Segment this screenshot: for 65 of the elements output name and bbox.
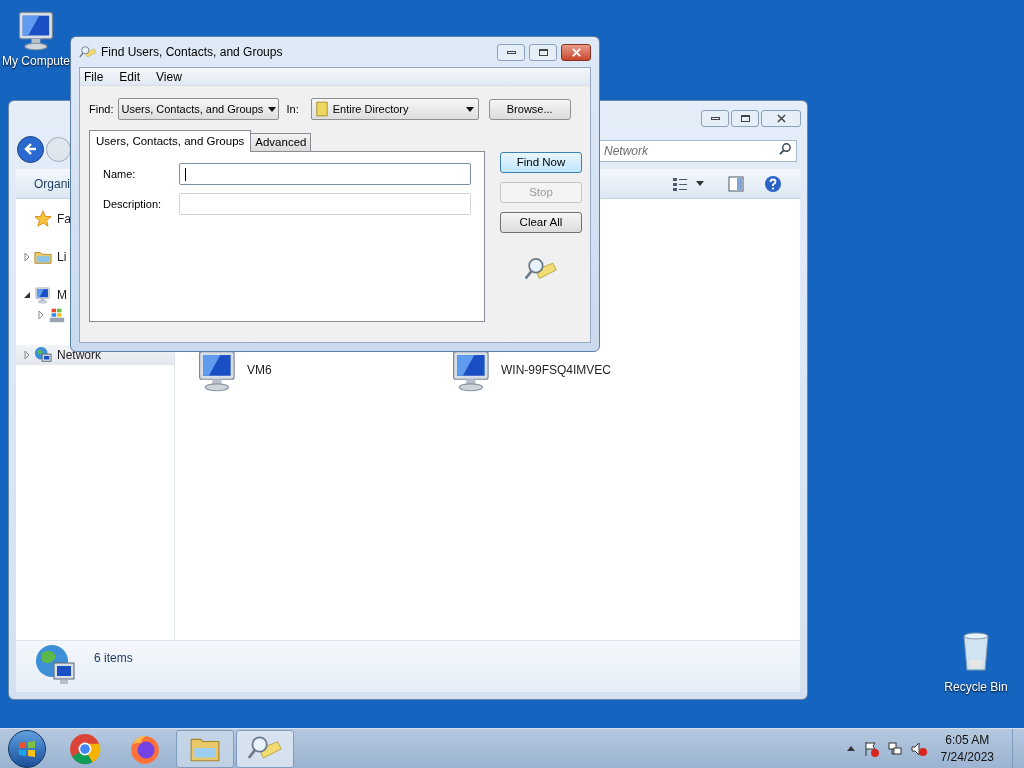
dropdown-arrow-icon — [268, 106, 277, 112]
star-icon — [34, 210, 52, 228]
tab[interactable]: Advanced — [250, 133, 312, 151]
tab[interactable]: Users, Contacts, and Groups — [89, 130, 252, 152]
nav-item[interactable]: Li — [16, 247, 174, 267]
field-label: Description: — [103, 196, 163, 212]
directory-book-icon — [315, 101, 328, 117]
find-label: Find: — [89, 101, 114, 117]
menu-item[interactable]: Edit — [119, 67, 141, 86]
text-input-field[interactable] — [178, 163, 471, 185]
computer-icon — [34, 286, 52, 304]
maximize-button[interactable] — [529, 43, 557, 61]
menu-item[interactable]: File — [84, 67, 104, 86]
help-icon[interactable] — [764, 174, 782, 193]
windows-drive-icon — [48, 306, 66, 324]
back-button[interactable] — [17, 135, 44, 163]
clock-time[interactable]: 6:05 AM — [945, 731, 990, 749]
in-label: In: — [286, 101, 299, 117]
caret-icon[interactable] — [696, 181, 704, 186]
speaker-muted-icon[interactable] — [910, 740, 927, 757]
minimize-button[interactable] — [497, 43, 525, 61]
dialog-button[interactable]: Find Now — [500, 152, 582, 173]
close-icon — [571, 47, 581, 57]
windows-logo-icon — [17, 738, 37, 759]
network-status-icon[interactable] — [886, 740, 903, 757]
computer-item-label[interactable]: VM6 — [247, 361, 272, 379]
item-count: 6 items — [94, 650, 133, 667]
forward-button[interactable] — [46, 136, 71, 162]
nav-item[interactable]: M — [16, 285, 174, 305]
show-hidden-icons-icon[interactable] — [846, 746, 855, 751]
search-icon — [779, 142, 792, 155]
search-field[interactable]: Network — [599, 140, 797, 162]
expanded-arrow-icon[interactable] — [23, 291, 31, 299]
desktop-icon-label[interactable]: My Compute — [2, 52, 71, 70]
organize-menu[interactable]: Organi — [34, 174, 71, 193]
collapsed-arrow-icon[interactable] — [37, 311, 45, 319]
window-title: Find Users, Contacts, and Groups — [101, 44, 283, 61]
back-arrow-icon — [23, 142, 38, 156]
collapsed-arrow-icon[interactable] — [23, 253, 31, 261]
field-label: Name: — [103, 166, 137, 182]
browse-button[interactable]: Browse... — [488, 98, 571, 120]
close-button[interactable] — [561, 43, 591, 61]
chrome-icon — [69, 732, 101, 765]
view-list-icon[interactable] — [672, 175, 688, 192]
dialog-button[interactable]: Clear All — [500, 212, 582, 233]
in-dropdown[interactable]: Entire Directory — [310, 98, 479, 120]
clock-date[interactable]: 7/24/2023 — [940, 748, 994, 766]
find-dropdown[interactable]: Users, Contacts, and Groups — [118, 98, 280, 120]
computer-item-label[interactable]: WIN-99FSQ4IMVEC — [501, 361, 611, 379]
preview-pane-icon[interactable] — [728, 175, 744, 192]
menu-item[interactable]: View — [156, 67, 182, 86]
start-button[interactable] — [8, 729, 46, 768]
dropdown-arrow-icon — [465, 106, 474, 112]
close-button[interactable] — [761, 110, 801, 127]
network-icon — [34, 346, 52, 364]
taskbar-button[interactable] — [236, 729, 294, 768]
maximize-button[interactable] — [731, 110, 759, 127]
nav-item[interactable]: Fa — [16, 209, 174, 229]
close-icon — [776, 114, 786, 123]
desktop-icon-label[interactable]: Recycle Bin — [944, 678, 1008, 696]
collapsed-arrow-icon[interactable] — [23, 351, 31, 359]
network-globe-icon — [34, 643, 78, 687]
find-magnifier-icon — [79, 44, 97, 60]
action-center-flag-icon[interactable] — [862, 740, 879, 757]
minimize-button[interactable] — [701, 110, 729, 127]
